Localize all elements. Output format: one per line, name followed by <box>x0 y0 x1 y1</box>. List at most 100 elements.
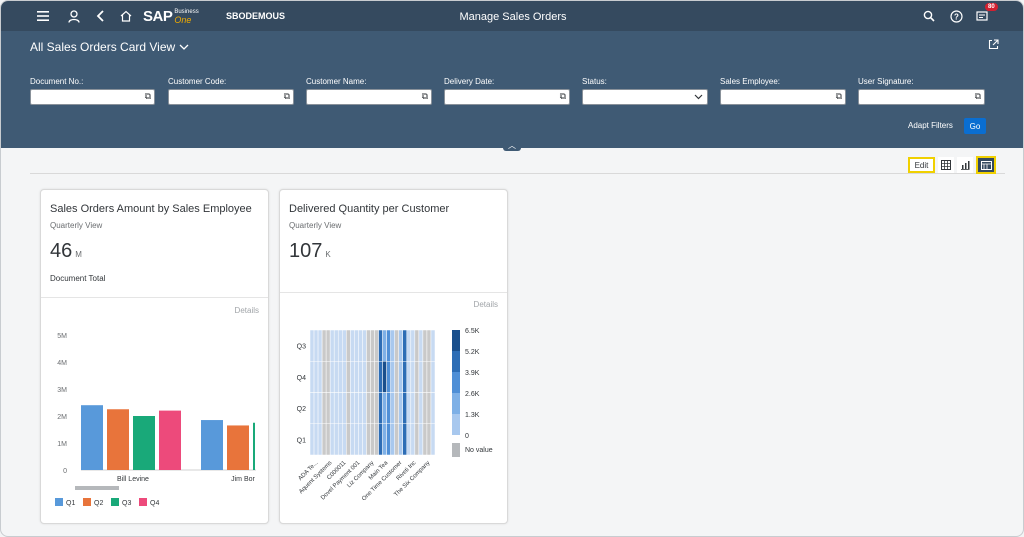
customer-code-input[interactable]: ⧉ <box>168 89 294 105</box>
delivery-date-input[interactable]: ⧉ <box>444 89 570 105</box>
legend-tick-label: 1.3K <box>465 412 480 419</box>
legend-label: Q2 <box>94 500 103 507</box>
help-icon[interactable]: ? <box>949 9 963 23</box>
heatmap-cell <box>325 361 331 393</box>
heatmap-cell <box>354 392 359 424</box>
legend-tick-label: 3.9K <box>465 370 480 377</box>
y-tick-label: 2M <box>57 414 67 421</box>
heatmap-cell <box>354 361 359 393</box>
heatmap-cell <box>325 392 331 424</box>
heatmap-cell <box>321 423 327 456</box>
customer-name-input[interactable]: ⧉ <box>306 89 432 105</box>
heatmap-cell <box>402 361 408 393</box>
card-title: Delivered Quantity per Customer <box>289 203 450 215</box>
card-subtitle: Quarterly View <box>50 221 103 230</box>
heatmap-cell <box>329 392 335 424</box>
heatmap-cell <box>426 329 432 362</box>
heatmap-cell <box>317 423 323 456</box>
notification-badge: 80 <box>985 3 998 11</box>
heatmap-cell <box>430 361 436 393</box>
filter-label-customer-code: Customer Code: <box>168 77 227 86</box>
sales-employee-input[interactable]: ⧉ <box>720 89 846 105</box>
heatmap-cell <box>346 361 351 393</box>
user-icon[interactable] <box>67 9 81 23</box>
heatmap-cell <box>329 423 335 456</box>
scrollbar <box>75 486 119 490</box>
heatmap-cell <box>374 392 379 424</box>
filter-label-user-signature: User Signature: <box>858 77 914 86</box>
chart-view-icon[interactable] <box>957 157 973 173</box>
heatmap-cell <box>313 361 319 393</box>
value-help-icon[interactable]: ⧉ <box>560 91 566 102</box>
user-signature-input[interactable]: ⧉ <box>858 89 985 105</box>
heatmap-cell <box>333 392 339 424</box>
heatmap-cell <box>410 423 416 456</box>
card-view-icon[interactable] <box>976 156 996 174</box>
go-button[interactable]: Go <box>964 118 986 134</box>
card-sales-orders-amount[interactable]: Sales Orders Amount by Sales Employee Qu… <box>40 189 269 524</box>
variant-selector[interactable]: All Sales Orders Card View <box>30 40 189 54</box>
legend-tick-label: 6.5K <box>465 328 480 335</box>
heatmap-row-label: Q2 <box>297 406 306 413</box>
heatmap-cell <box>410 329 416 362</box>
company-name: SBODEMOUS <box>226 11 286 21</box>
card-delivered-quantity[interactable]: Delivered Quantity per Customer Quarterl… <box>279 189 508 524</box>
heatmap-cell <box>366 361 371 393</box>
heatmap-cell <box>350 423 355 456</box>
adapt-filters-button[interactable]: Adapt Filters <box>908 121 953 130</box>
heatmap-cell <box>398 423 403 456</box>
collapse-header-button[interactable]: ︿ <box>503 141 521 151</box>
home-icon[interactable] <box>119 9 133 23</box>
heatmap-cell <box>374 329 379 362</box>
heatmap-cell <box>333 361 339 393</box>
hamburger-icon[interactable] <box>36 9 50 23</box>
status-select[interactable] <box>582 89 708 105</box>
heatmap-cell <box>398 392 403 424</box>
heatmap-row-label: Q1 <box>297 437 306 444</box>
heatmap-cell <box>313 423 319 456</box>
details-link[interactable]: Details <box>474 300 498 309</box>
heatmap-cell <box>394 329 399 362</box>
y-tick-label: 4M <box>57 360 67 367</box>
back-icon[interactable] <box>94 9 108 23</box>
legend-color-step <box>452 393 460 414</box>
heatmap-cell <box>370 329 375 362</box>
heatmap-cell <box>362 423 367 456</box>
value-help-icon[interactable]: ⧉ <box>284 91 290 102</box>
heatmap-cell <box>337 423 343 456</box>
bar-q3 <box>253 422 255 470</box>
notifications-icon[interactable] <box>975 9 989 23</box>
share-icon[interactable] <box>988 39 999 53</box>
kpi-label: Document Total <box>50 274 106 283</box>
value-help-icon[interactable]: ⧉ <box>422 91 428 102</box>
search-icon[interactable] <box>922 9 936 23</box>
heatmap-chart: Q3Q4Q2Q1ADA Te...Aquent SystemsC000011Do… <box>297 328 493 502</box>
table-view-icon[interactable] <box>938 157 954 173</box>
heatmap-cell <box>378 392 383 424</box>
value-help-icon[interactable]: ⧉ <box>975 91 981 102</box>
legend-tick-label: 0 <box>465 433 469 440</box>
heatmap-cell <box>317 361 323 393</box>
heatmap-cell <box>342 361 347 393</box>
heatmap-cell <box>386 392 391 424</box>
heatmap-cell <box>418 392 424 424</box>
edit-button[interactable]: Edit <box>908 157 935 173</box>
heatmap-cell <box>337 329 343 362</box>
heatmap-cell <box>313 392 319 424</box>
heatmap-cell <box>370 423 375 456</box>
heatmap-cell <box>370 361 375 393</box>
heatmap-cell <box>390 329 395 362</box>
heatmap-cell <box>410 361 416 393</box>
value-help-icon[interactable]: ⧉ <box>145 91 151 102</box>
value-help-icon[interactable]: ⧉ <box>836 91 842 102</box>
heatmap-cell <box>350 329 355 362</box>
card-divider <box>41 297 268 298</box>
legend-swatch-q3 <box>111 498 119 506</box>
logo-sap: SAP <box>143 7 173 25</box>
legend-label: Q4 <box>150 500 159 507</box>
heatmap-cell <box>333 423 339 456</box>
heatmap-cell <box>406 361 412 393</box>
heatmap-cell <box>313 329 319 362</box>
heatmap-cell <box>398 361 403 393</box>
document-no-input[interactable]: ⧉ <box>30 89 155 105</box>
